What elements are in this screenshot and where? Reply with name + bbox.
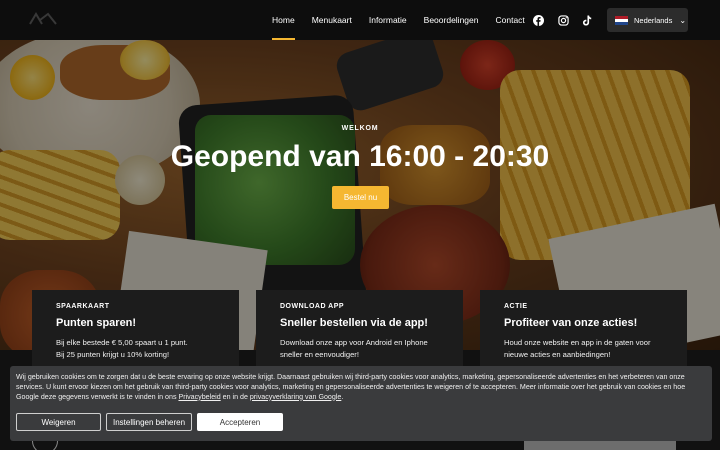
privacy-policy-link[interactable]: Privacybeleid [178, 393, 220, 401]
card-download-app: DOWNLOAD APP Sneller bestellen via de ap… [256, 290, 463, 370]
card-title: Profiteer van onze acties! [504, 317, 638, 329]
cookie-text-body: Wij gebruiken cookies om te zorgen dat u… [16, 373, 686, 401]
tiktok-icon[interactable] [579, 12, 595, 28]
reject-button[interactable]: Weigeren [16, 413, 101, 431]
card-text-line: Bij elke bestede € 5,00 spaart u 1 punt. [56, 338, 188, 347]
cookie-banner: Wij gebruiken cookies om te zorgen dat u… [10, 366, 712, 441]
nav-item-contact[interactable]: Contact [495, 0, 524, 40]
chevron-down-icon: ⌄ [679, 15, 687, 25]
card-spaarkaart: SPAARKAART Punten sparen! Bij elke beste… [32, 290, 239, 370]
facebook-icon[interactable] [530, 12, 546, 28]
instagram-icon[interactable] [555, 12, 571, 28]
card-text-line: Download onze app voor Android en Iphone [280, 338, 428, 347]
accept-button[interactable]: Accepteren [197, 413, 283, 431]
nav-item-informatie[interactable]: Informatie [369, 0, 407, 40]
order-now-button[interactable]: Bestel nu [332, 186, 389, 209]
cookie-text-end: . [341, 392, 344, 401]
language-label: Nederlands [634, 15, 673, 25]
card-label: ACTIE [504, 303, 528, 310]
hero-headline: Geopend van 16:00 - 20:30 [170, 140, 550, 173]
language-selector[interactable]: Nederlands ⌄ [607, 8, 688, 32]
netherlands-flag-icon [615, 15, 628, 25]
card-text: Houd onze website en app in de gaten voo… [504, 337, 674, 361]
nav-item-menukaart[interactable]: Menukaart [312, 0, 352, 40]
main-nav: Home Menukaart Informatie Beoordelingen … [272, 0, 542, 40]
cookie-text-mid: en in de [220, 392, 250, 401]
card-text-line: Houd onze website en app in de gaten voo… [504, 338, 651, 347]
nav-item-beoordelingen[interactable]: Beoordelingen [424, 0, 479, 40]
card-title: Punten sparen! [56, 317, 137, 329]
google-privacy-link[interactable]: privacyverklaring van Google [250, 393, 341, 401]
card-title: Sneller bestellen via de app! [280, 317, 428, 329]
logo-icon[interactable] [28, 10, 58, 28]
hero-eyebrow: WELKOM [341, 125, 379, 132]
card-text-line: sneller en eenvoudiger! [280, 350, 359, 359]
nav-item-home[interactable]: Home [272, 0, 295, 40]
card-text-line: nieuwe acties en aanbiedingen! [504, 350, 611, 359]
card-text-line: Bij 25 punten krijgt u 10% korting! [56, 350, 170, 359]
card-text: Download onze app voor Android en Iphone… [280, 337, 450, 361]
card-text: Bij elke bestede € 5,00 spaart u 1 punt.… [56, 337, 226, 361]
card-label: SPAARKAART [56, 303, 110, 310]
top-navigation-bar: Home Menukaart Informatie Beoordelingen … [0, 0, 720, 40]
card-actie: ACTIE Profiteer van onze acties! Houd on… [480, 290, 687, 370]
manage-settings-button[interactable]: Instellingen beheren [106, 413, 192, 431]
page: Home Menukaart Informatie Beoordelingen … [0, 0, 720, 450]
card-label: DOWNLOAD APP [280, 303, 345, 310]
cookie-text: Wij gebruiken cookies om te zorgen dat u… [16, 373, 708, 402]
